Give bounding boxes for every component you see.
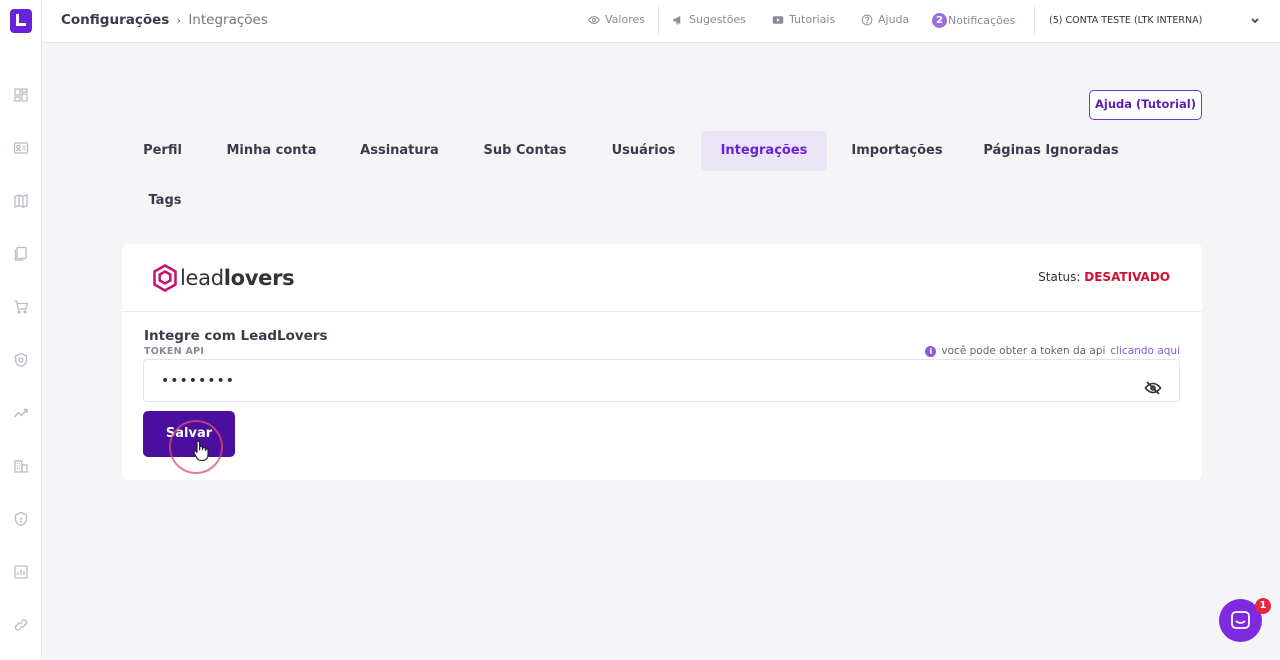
- tab-perfil[interactable]: Perfil: [131, 131, 194, 171]
- notification-count-badge: 2: [932, 13, 947, 28]
- help-tutorial-button[interactable]: Ajuda (Tutorial): [1089, 90, 1202, 120]
- ajuda-link[interactable]: Ajuda: [861, 13, 909, 26]
- token-hint: i você pode obter a token da api clicand…: [925, 345, 1180, 357]
- chevron-down-icon[interactable]: [1248, 12, 1262, 26]
- leadlovers-hexagon-icon: [153, 264, 177, 292]
- megaphone-icon: [673, 15, 681, 24]
- trending-icon[interactable]: [13, 405, 29, 421]
- dashboard-icon[interactable]: [13, 87, 29, 103]
- tab-paginas-ignoradas[interactable]: Páginas Ignoradas: [976, 131, 1126, 171]
- video-play-icon: [772, 15, 784, 24]
- sugestoes-link[interactable]: Sugestões: [672, 13, 746, 26]
- cart-icon[interactable]: [13, 299, 29, 315]
- token-api-label: TOKEN API: [144, 346, 205, 357]
- sugestoes-label: Sugestões: [689, 13, 746, 26]
- token-hint-text: você pode obter a token da api: [941, 345, 1106, 357]
- status-label: Status:: [1038, 270, 1081, 284]
- valores-link[interactable]: Valores: [588, 13, 645, 26]
- notificacoes-label: Notificações: [948, 14, 1016, 27]
- leadlovers-integration-card: leadlovers Status: DESATIVADO Integre co…: [122, 244, 1202, 480]
- help-circle-icon: [861, 14, 873, 25]
- status-badge: DESATIVADO: [1084, 270, 1170, 284]
- token-hint-link[interactable]: clicando aqui: [1110, 345, 1180, 357]
- token-api-input[interactable]: [143, 359, 1180, 402]
- leadlovers-brand-light: lead: [180, 266, 224, 290]
- info-icon: i: [925, 345, 937, 357]
- report-chart-icon[interactable]: [13, 564, 29, 580]
- tab-minha-conta[interactable]: Minha conta: [217, 131, 326, 171]
- eye-icon: [588, 15, 600, 24]
- tab-usuarios[interactable]: Usuários: [600, 131, 687, 171]
- breadcrumb-current: Integrações: [188, 12, 268, 28]
- divider: [658, 6, 659, 36]
- tutoriais-label: Tutoriais: [789, 13, 836, 26]
- security-icon[interactable]: [13, 511, 29, 527]
- contact-card-icon[interactable]: [13, 140, 29, 156]
- leadlovers-logo: leadlovers: [152, 264, 295, 292]
- eye-slash-icon[interactable]: [1144, 380, 1162, 396]
- map-icon[interactable]: [13, 193, 29, 209]
- tab-assinatura[interactable]: Assinatura: [349, 131, 450, 171]
- top-bar: Configurações › Integrações Valores Suge…: [42, 0, 1280, 43]
- breadcrumb-parent[interactable]: Configurações: [61, 12, 169, 28]
- account-selector[interactable]: (5) CONTA TESTE (LTK INTERNA): [1049, 15, 1202, 26]
- tab-sub-contas[interactable]: Sub Contas: [473, 131, 577, 171]
- ajuda-label: Ajuda: [878, 13, 910, 26]
- breadcrumb: Configurações › Integrações: [61, 12, 268, 28]
- notificacoes-link[interactable]: 2 Notificações: [932, 13, 1015, 28]
- integration-status: Status: DESATIVADO: [1038, 270, 1170, 284]
- tab-integracoes[interactable]: Integrações: [701, 131, 827, 171]
- chat-icon: [1231, 611, 1250, 629]
- divider: [1034, 6, 1035, 36]
- save-button[interactable]: Salvar: [143, 411, 235, 457]
- tab-tags[interactable]: Tags: [136, 181, 194, 221]
- integration-title: Integre com LeadLovers: [144, 328, 328, 344]
- card-divider: [122, 311, 1202, 312]
- chat-unread-badge: 1: [1255, 598, 1271, 614]
- sidebar: [0, 0, 42, 660]
- breadcrumb-separator-icon: ›: [176, 14, 182, 27]
- pages-icon[interactable]: [13, 246, 29, 262]
- tab-importacoes[interactable]: Importações: [841, 131, 953, 171]
- building-icon[interactable]: [13, 458, 29, 474]
- app-logo-icon[interactable]: [10, 9, 32, 33]
- shield-badge-icon[interactable]: [13, 352, 29, 368]
- leadlovers-brand-bold: lovers: [223, 266, 295, 290]
- tutoriais-link[interactable]: Tutoriais: [772, 13, 835, 26]
- valores-label: Valores: [605, 13, 645, 26]
- link-icon[interactable]: [13, 617, 29, 633]
